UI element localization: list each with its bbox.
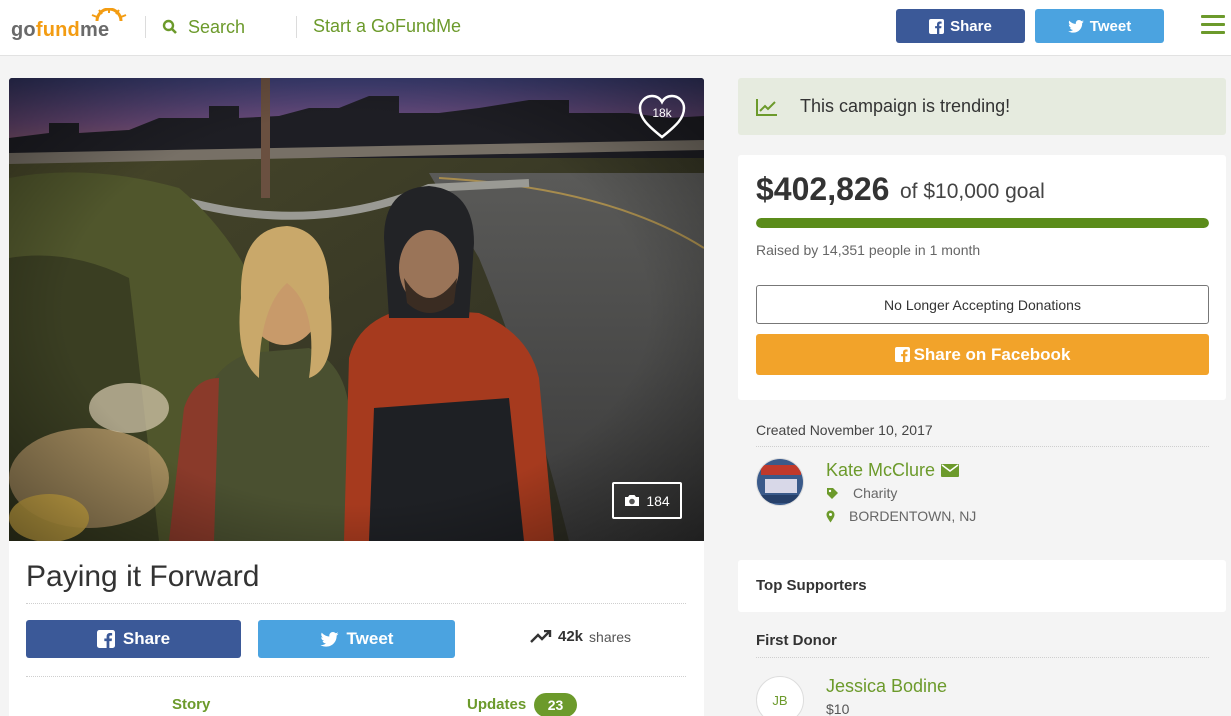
facebook-icon bbox=[96, 630, 115, 648]
organizer-name: Kate McClure bbox=[826, 460, 936, 480]
photo-count-label: 184 bbox=[646, 492, 670, 509]
search-label: Search bbox=[188, 16, 246, 37]
search-icon bbox=[162, 19, 177, 34]
hamburger-menu-icon[interactable] bbox=[1201, 15, 1225, 35]
like-count: 18k bbox=[652, 106, 672, 120]
header-facebook-share-button[interactable]: Share bbox=[896, 9, 1025, 43]
gofundme-logo[interactable]: gofundme bbox=[11, 8, 129, 41]
donor-amount: $10 bbox=[826, 701, 850, 716]
tab-updates[interactable]: Updates bbox=[467, 696, 526, 713]
campaign-share-label: Share bbox=[122, 629, 171, 648]
location-pin-icon bbox=[826, 510, 835, 522]
header-tweet-label: Tweet bbox=[1089, 17, 1132, 35]
organizer-name-link[interactable]: Kate McClure bbox=[826, 460, 960, 481]
twitter-icon bbox=[1067, 19, 1084, 33]
organizer-category-label: Charity bbox=[853, 485, 898, 501]
logo-text: gofundme bbox=[11, 19, 110, 41]
organizer-category: Charity bbox=[826, 485, 897, 501]
top-supporters-heading: Top Supporters bbox=[756, 577, 867, 594]
trending-chart-icon bbox=[756, 99, 777, 116]
share-on-facebook-button[interactable]: Share on Facebook bbox=[756, 334, 1209, 375]
raised-by-text: Raised by 14,351 people in 1 month bbox=[756, 242, 981, 258]
campaign-tweet-label: Tweet bbox=[346, 629, 394, 648]
header-divider bbox=[296, 16, 297, 38]
twitter-icon bbox=[320, 631, 339, 647]
share-on-facebook-label: Share on Facebook bbox=[913, 344, 1071, 364]
tab-story[interactable]: Story bbox=[172, 696, 210, 713]
shares-suffix: shares bbox=[589, 628, 632, 645]
campaign-title: Paying it Forward bbox=[26, 560, 260, 593]
divider bbox=[26, 603, 686, 604]
organizer-location: BORDENTOWN, NJ bbox=[826, 508, 976, 524]
trending-up-icon bbox=[530, 629, 552, 643]
created-date: Created November 10, 2017 bbox=[756, 422, 933, 438]
divider bbox=[756, 446, 1209, 447]
raised-amount: $402,826 bbox=[756, 171, 890, 207]
share-count: 42k shares bbox=[530, 628, 631, 645]
organizer-avatar[interactable] bbox=[756, 458, 804, 506]
goal-text: of $10,000 goal bbox=[900, 180, 1045, 203]
campaign-facebook-share-button[interactable]: Share bbox=[26, 620, 241, 658]
progress-bar bbox=[756, 218, 1209, 228]
progress-fill bbox=[756, 218, 1209, 228]
no-longer-accepting-button[interactable]: No Longer Accepting Donations bbox=[756, 285, 1209, 324]
search-link[interactable]: Search bbox=[162, 16, 245, 38]
donor-name: Jessica Bodine bbox=[826, 676, 948, 696]
campaign-photo[interactable] bbox=[9, 78, 704, 541]
header-share-label: Share bbox=[950, 17, 992, 35]
first-donor-heading: First Donor bbox=[756, 632, 837, 649]
organizer-location-label: BORDENTOWN, NJ bbox=[849, 508, 977, 524]
trending-text: This campaign is trending! bbox=[800, 96, 1011, 116]
campaign-photo-image bbox=[9, 78, 704, 541]
camera-icon bbox=[625, 495, 640, 506]
facebook-icon bbox=[929, 18, 945, 34]
campaign-tweet-button[interactable]: Tweet bbox=[258, 620, 455, 658]
tag-icon bbox=[827, 487, 838, 499]
shares-count-value: 42k bbox=[558, 628, 584, 645]
facebook-icon bbox=[894, 347, 910, 362]
donor-avatar: JB bbox=[756, 676, 804, 716]
organizer-avatar-image bbox=[757, 459, 803, 505]
header-divider bbox=[145, 16, 146, 38]
updates-count-badge: 23 bbox=[534, 693, 577, 716]
divider bbox=[756, 657, 1209, 658]
divider bbox=[26, 676, 686, 677]
header-tweet-button[interactable]: Tweet bbox=[1035, 9, 1164, 43]
photo-gallery-button[interactable]: 184 bbox=[612, 482, 682, 519]
start-gofundme-link[interactable]: Start a GoFundMe bbox=[313, 16, 461, 37]
top-navigation: gofundme Search Start a GoFundMe Share T… bbox=[0, 0, 1231, 56]
envelope-icon[interactable] bbox=[941, 464, 960, 477]
